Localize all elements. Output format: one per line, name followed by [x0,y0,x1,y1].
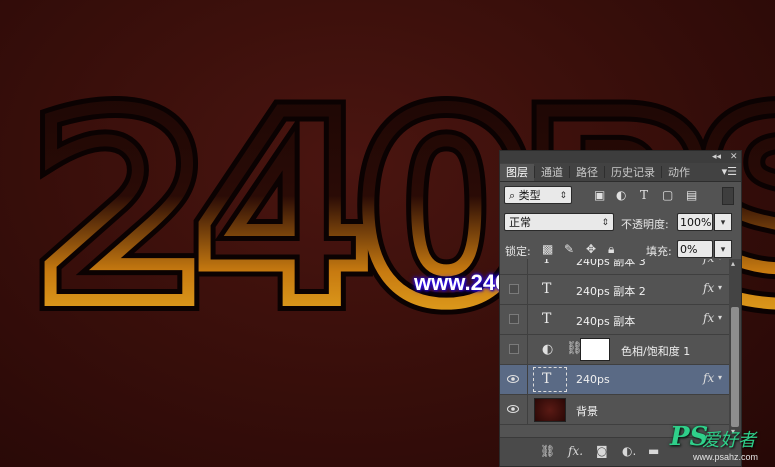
pixel-filter-icon[interactable]: ▣ [594,188,605,202]
layer-name: 色相/饱和度 1 [621,345,691,358]
smart-object-filter-icon[interactable]: ▤ [686,188,697,202]
layer-row-selected[interactable]: T 240ps fx ▾ [500,365,729,395]
expand-effects-icon[interactable]: ▾ [718,373,722,382]
expand-effects-icon[interactable]: ▾ [718,259,722,262]
layer-row[interactable]: T 240ps 副本 fx ▾ [500,305,729,335]
shape-filter-icon[interactable]: ▢ [662,188,673,202]
visibility-column-divider [527,275,528,305]
fill-input[interactable]: 0% [677,240,713,258]
blend-mode-select[interactable]: 正常 ⇕ [504,213,614,231]
visibility-toggle[interactable] [509,344,519,354]
layer-name: 240ps 副本 [576,315,636,328]
tab-history[interactable]: 历史记录 [605,164,661,181]
eye-icon[interactable] [507,373,519,385]
blend-row: 正常 ⇕ 不透明度: 100% ▾ [500,209,741,236]
site-logo-url: www.psahz.com [693,452,759,462]
tab-channels[interactable]: 通道 [535,164,569,181]
opacity-input[interactable]: 100% [677,213,713,231]
visibility-column-divider [527,395,528,425]
layer-row[interactable]: 背景 [500,395,729,425]
lock-position-icon[interactable]: ✥ [586,242,596,256]
new-adjustment-icon[interactable]: ◐. [622,444,636,458]
filter-row: ⌕ 类型 ⇕ ▣ ◐ T ▢ ▤ [500,182,741,209]
lock-transparency-icon[interactable]: ▩ [542,242,553,256]
layer-name: 240ps 副本 3 [576,259,646,268]
expand-effects-icon[interactable]: ▾ [718,313,722,322]
chevron-updown-icon: ⇕ [601,218,609,228]
text-layer-icon: T [542,311,552,327]
layers-panel: ◂◂ ✕ 图层 通道 路径 历史记录 动作 ▾☰ ⌕ 类型 ⇕ ▣ ◐ T ▢ … [499,150,742,467]
text-layer-icon: T [542,259,552,267]
layer-name: 240ps 副本 2 [576,285,646,298]
layer-row[interactable]: T 240ps 副本 3 fx ▾ [500,259,729,275]
background-thumbnail[interactable] [534,398,566,422]
link-layers-icon[interactable]: ⛓ [540,444,555,458]
visibility-toggle[interactable] [509,284,519,294]
panel-menu-icon[interactable]: ▾☰ [722,165,737,178]
layer-name: 背景 [576,405,598,418]
add-mask-icon[interactable]: ◙ [596,444,608,458]
scroll-up-icon[interactable]: ▴ [731,259,735,268]
adjustment-layer-icon: ◐ [542,342,554,357]
tab-layers[interactable]: 图层 [500,164,534,181]
new-group-icon[interactable]: ▬ [648,444,659,458]
fx-icon[interactable]: fx [703,259,714,265]
close-icon[interactable]: ✕ [730,151,738,163]
visibility-column-divider [527,365,528,395]
opacity-label: 不透明度: [621,218,669,231]
panel-title-bar[interactable]: ◂◂ ✕ [500,151,741,163]
add-style-icon[interactable]: fx. [568,444,583,458]
lock-all-icon[interactable]: 🔒︎ [608,242,614,257]
collapse-icon[interactable]: ◂◂ [712,151,721,163]
text-layer-icon: T [542,371,552,387]
fx-icon[interactable]: fx [703,281,714,295]
layer-row[interactable]: ◐ ⛓ 色相/饱和度 1 [500,335,729,365]
layers-scrollbar[interactable]: ▴ ▾ [729,259,741,437]
chevron-updown-icon: ⇕ [559,191,567,201]
visibility-toggle[interactable] [509,314,519,324]
expand-effects-icon[interactable]: ▾ [718,283,722,292]
filter-toggle[interactable] [722,187,734,205]
site-logo-name: 爱好者 [702,430,756,451]
search-icon: ⌕ [509,189,519,202]
adjustment-filter-icon[interactable]: ◐ [616,188,626,202]
tab-actions[interactable]: 动作 [662,164,696,181]
fx-icon[interactable]: fx [703,311,714,325]
panel-tabs: 图层 通道 路径 历史记录 动作 ▾☰ [500,163,741,182]
visibility-column-divider [527,259,528,275]
fill-label: 填充: [646,245,672,258]
filter-label: 类型 [518,189,541,202]
lock-label: 锁定: [505,245,531,258]
layer-row[interactable]: T 240ps 副本 2 fx ▾ [500,275,729,305]
lock-image-pixels-icon[interactable]: ✎ [564,242,574,256]
type-filter-icon[interactable]: T [640,188,648,202]
fx-icon[interactable]: fx [703,371,714,385]
tab-paths[interactable]: 路径 [570,164,604,181]
eye-icon[interactable] [507,403,519,415]
visibility-column-divider [527,335,528,365]
fill-dropdown[interactable]: ▾ [714,240,732,258]
layer-filter-select[interactable]: ⌕ 类型 ⇕ [504,186,572,204]
opacity-dropdown[interactable]: ▾ [714,213,732,231]
scrollbar-thumb[interactable] [731,307,739,427]
layer-mask-thumbnail[interactable] [580,338,610,361]
text-layer-icon: T [542,281,552,297]
layers-list: T 240ps 副本 3 fx ▾ T 240ps 副本 2 fx ▾ T 24… [500,259,729,437]
layer-name: 240ps [576,373,610,386]
blend-mode-value: 正常 [509,216,531,229]
visibility-column-divider [527,305,528,335]
